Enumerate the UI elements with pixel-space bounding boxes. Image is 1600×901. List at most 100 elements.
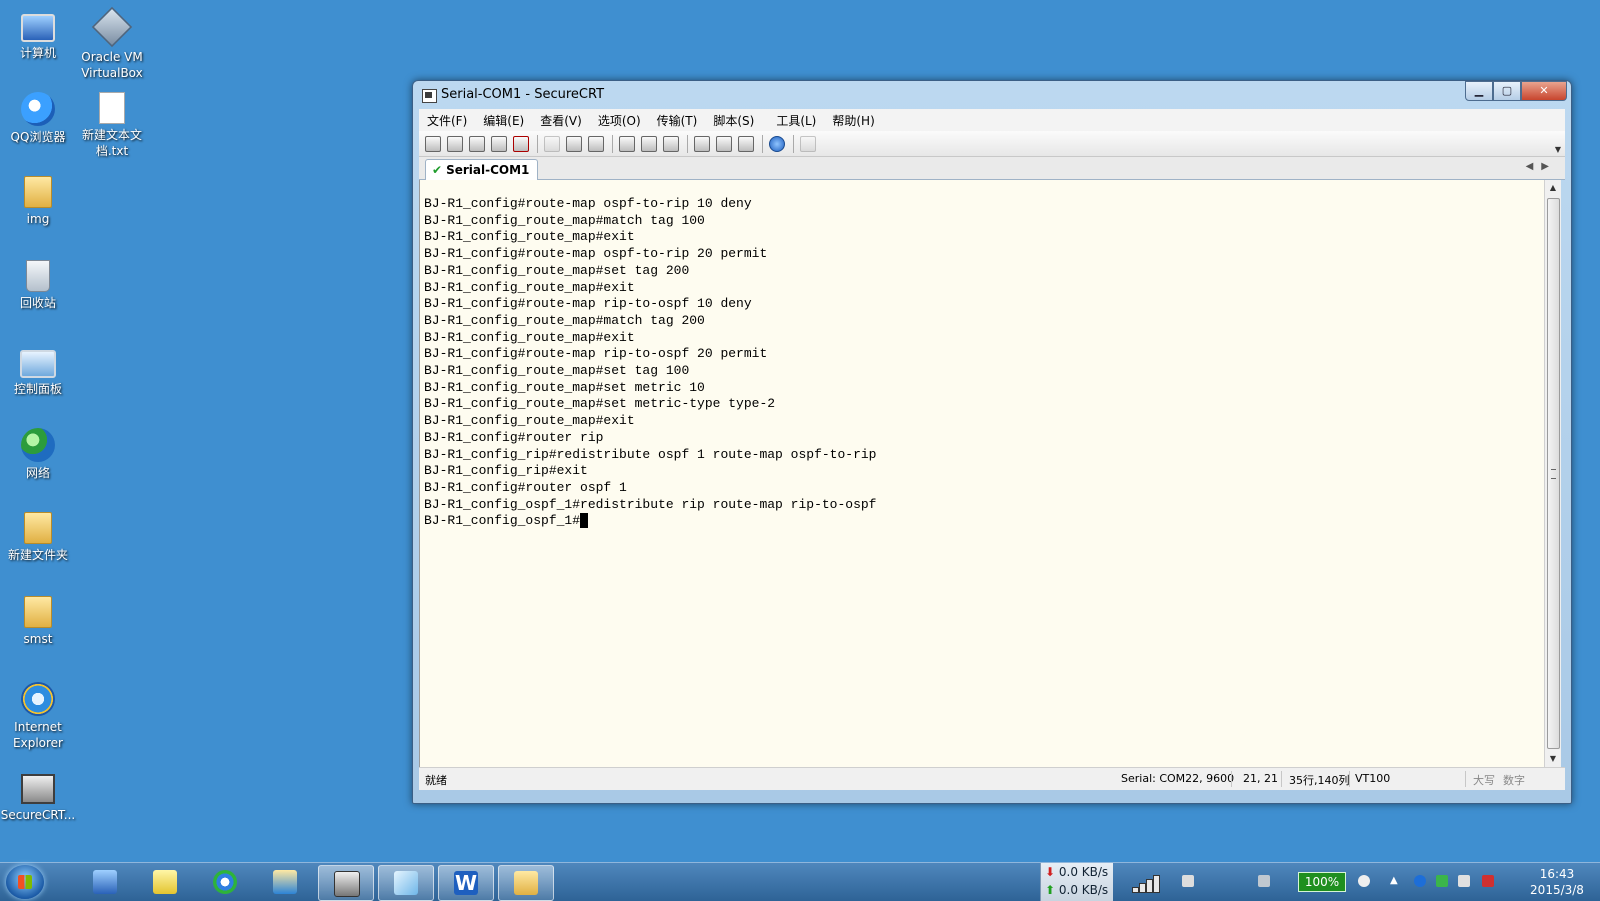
desktop-icon-control-panel[interactable]: 控制面板 [0, 344, 76, 397]
connect-in-tab-icon[interactable] [469, 135, 485, 152]
desktop-icon-securecrt[interactable]: SecureCRT... [0, 768, 76, 823]
terminal-line: BJ-R1_config#router ospf 1 [424, 479, 627, 495]
menu-options[interactable]: 选项(O) [590, 112, 649, 129]
menu-bar: 文件(F) 编辑(E) 查看(V) 选项(O) 传输(T) 脚本(S) 工具(L… [419, 109, 1565, 131]
disconnect-icon[interactable] [513, 135, 529, 152]
toolbar-overflow-icon[interactable]: ▼ [1555, 145, 1561, 154]
input-method-icon[interactable] [1414, 875, 1426, 887]
tab-scroll-arrows[interactable]: ◀▶ [1526, 161, 1557, 172]
connect-icon[interactable] [425, 135, 441, 152]
scroll-down-icon[interactable]: ▼ [1545, 751, 1561, 767]
desktop-icon-text-file[interactable]: 新建文本文档.txt [74, 92, 150, 159]
menu-file[interactable]: 文件(F) [419, 112, 475, 129]
desktop-icon-img[interactable]: img [0, 176, 76, 227]
show-hidden-icons-icon[interactable]: ▲ [1390, 875, 1402, 887]
taskbar-360-browser[interactable] [198, 865, 252, 899]
desktop-icon-label: Internet Explorer [13, 720, 63, 750]
desktop-icon-computer[interactable]: 计算机 [0, 8, 76, 61]
qq-browser-icon [21, 92, 55, 126]
print-icon[interactable] [619, 135, 635, 152]
help-icon[interactable] [769, 135, 785, 152]
terminal-line: BJ-R1_config_rip#redistribute ospf 1 rou… [424, 446, 877, 462]
desktop-icon-label: 控制面板 [13, 382, 62, 396]
status-terminal-type: VT100 [1355, 772, 1391, 785]
security-shield-icon[interactable] [1436, 875, 1448, 887]
taskbar-explorer[interactable] [258, 865, 312, 899]
terminal-line: BJ-R1_config#route-map ospf-to-rip 10 de… [424, 196, 752, 211]
about-icon[interactable] [800, 135, 816, 152]
desktop-icon-smst[interactable]: smst [0, 596, 76, 647]
print-selection-icon[interactable] [641, 135, 657, 152]
taskbar-folder[interactable] [498, 865, 554, 901]
close-button[interactable]: ✕ [1521, 81, 1567, 101]
browser-icon [213, 870, 237, 894]
desktop-icon-label: 新建文本文档.txt [81, 128, 142, 158]
desktop-icon-qq-browser[interactable]: QQ浏览器 [0, 92, 76, 145]
terminal-line: BJ-R1_config_ospf_1#redistribute rip rou… [424, 496, 877, 512]
toolbar-divider [612, 134, 613, 153]
global-options-icon[interactable] [716, 135, 732, 152]
start-button[interactable] [6, 865, 44, 899]
taskbar-app[interactable] [378, 865, 434, 901]
upload-arrow-icon: ⬆ [1045, 883, 1056, 897]
text-file-icon [99, 92, 125, 124]
power-plug-icon[interactable] [1358, 875, 1370, 887]
vertical-scrollbar[interactable]: ▲ ▼ [1544, 180, 1561, 767]
menu-edit[interactable]: 编辑(E) [475, 112, 532, 129]
desktop-icon-label: SecureCRT... [0, 808, 76, 822]
desktop-icon-internet-explorer[interactable]: Internet Explorer [0, 682, 76, 751]
terminal-output[interactable]: BJ-R1_config#route-map ospf-to-rip 10 de… [419, 180, 1545, 767]
clock-time: 16:43 [1539, 867, 1575, 881]
taskbar-word[interactable]: W [438, 865, 494, 901]
volume-icon[interactable] [1458, 875, 1470, 887]
computer-icon [93, 870, 117, 894]
taskbar-computer[interactable] [78, 865, 132, 899]
status-divider [1231, 771, 1232, 787]
securecrt-icon [334, 871, 360, 897]
desktop-icon-virtualbox[interactable]: Oracle VM VirtualBox [74, 6, 150, 81]
session-options-icon[interactable] [694, 135, 710, 152]
reconnect-icon[interactable] [491, 135, 507, 152]
keyboard-icon[interactable] [1258, 875, 1270, 887]
taskbar-securecrt[interactable] [318, 865, 374, 901]
menu-tools[interactable]: 工具(L) [768, 112, 824, 129]
tab-serial-com1[interactable]: ✔ Serial-COM1 [425, 159, 539, 180]
network-speed-widget[interactable]: ⬇ 0.0 KB/s ⬆ 0.0 KB/s [1040, 863, 1113, 901]
network-status-icon[interactable] [1482, 875, 1494, 887]
battery-indicator[interactable]: 100% [1298, 872, 1346, 892]
window-titlebar[interactable]: Serial-COM1 - SecureCRT ▁ ▢ ✕ [413, 81, 1571, 109]
menu-view[interactable]: 查看(V) [532, 112, 590, 129]
terminal-lines: BJ-R1_config#route-map ospf-to-rip 10 de… [420, 180, 1545, 530]
desktop-icon-new-folder[interactable]: 新建文件夹 [0, 512, 76, 563]
taskbar-notes[interactable] [138, 865, 192, 899]
system-clock[interactable]: 16:43 2015/3/8 [1522, 866, 1592, 898]
wireless-icon[interactable] [1182, 875, 1194, 887]
copy-icon[interactable] [544, 135, 560, 152]
terminal-line: BJ-R1_config_route_map#set tag 100 [424, 363, 690, 379]
app-icon [394, 871, 418, 895]
scrollbar-thumb[interactable] [1547, 198, 1560, 749]
minimize-button[interactable]: ▁ [1465, 81, 1493, 101]
terminal-cursor [580, 513, 589, 529]
virtualbox-icon [91, 6, 133, 48]
folder-icon [24, 512, 52, 544]
maximize-button[interactable]: ▢ [1493, 81, 1521, 101]
folder-icon [24, 176, 52, 208]
menu-transfer[interactable]: 传输(T) [649, 112, 706, 129]
find-icon[interactable] [588, 135, 604, 152]
quick-connect-icon[interactable] [447, 135, 463, 152]
status-caps-lock: 大写 [1473, 774, 1495, 787]
status-terminal-size: 35行,140列 [1289, 774, 1350, 787]
scroll-up-icon[interactable]: ▲ [1545, 180, 1561, 196]
print-setup-icon[interactable] [663, 135, 679, 152]
terminal-line: BJ-R1_config#route-map ospf-to-rip 20 pe… [424, 246, 768, 262]
desktop-icon-network[interactable]: 网络 [0, 428, 76, 481]
keymap-icon[interactable] [738, 135, 754, 152]
terminal-line: BJ-R1_config#route-map rip-to-ospf 20 pe… [424, 346, 768, 362]
paste-icon[interactable] [566, 135, 582, 152]
menu-script[interactable]: 脚本(S) [705, 112, 762, 129]
menu-help[interactable]: 帮助(H) [824, 112, 882, 129]
desktop-icon-recycle-bin[interactable]: 回收站 [0, 260, 76, 311]
signal-strength-icon[interactable] [1132, 873, 1172, 893]
desktop-icon-label: 计算机 [19, 46, 56, 60]
